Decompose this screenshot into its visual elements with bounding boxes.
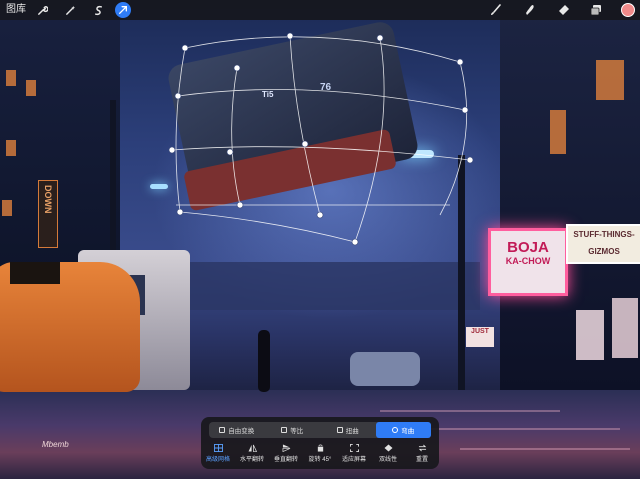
bilinear-icon xyxy=(384,444,392,452)
fit-screen-icon xyxy=(349,444,359,452)
rotate-45-button[interactable]: 旋转 45° xyxy=(304,444,336,468)
distort-icon xyxy=(336,427,343,433)
gallery-button[interactable]: 图库 xyxy=(6,3,26,17)
rotate-icon xyxy=(317,444,323,452)
flip-horizontal-icon xyxy=(248,444,257,452)
warp-handle[interactable] xyxy=(286,32,294,40)
warp-icon xyxy=(392,427,399,433)
warp-handle[interactable] xyxy=(233,64,241,72)
warp-grid-line xyxy=(231,67,241,206)
magic-wand-icon[interactable] xyxy=(62,2,78,18)
layers-icon[interactable] xyxy=(588,2,604,18)
artwork-canvas[interactable]: 76 Ti5 BOJA KA-CHOW STUFF-THINGS-GIZMOS … xyxy=(0,0,640,479)
selection-s-icon[interactable] xyxy=(90,2,106,18)
top-toolbar: 图库 xyxy=(0,0,640,20)
transform-mode-selector: 自由变换 等比 扭曲 弯曲 xyxy=(209,422,431,438)
warp-grid-line xyxy=(354,37,385,243)
warp-grid-line xyxy=(171,146,471,161)
fit-screen-button[interactable]: 适应屏幕 xyxy=(338,444,370,468)
advanced-mesh-button[interactable]: 高级网格 xyxy=(202,444,234,468)
warp-mesh-overlay[interactable] xyxy=(0,0,640,479)
warp-handle[interactable] xyxy=(376,34,384,42)
warp-handle[interactable] xyxy=(316,211,324,219)
warp-grid-line xyxy=(184,36,461,63)
action-label: 垂直翻转 xyxy=(273,457,298,463)
warp-grid-line xyxy=(175,47,186,213)
transform-actions: 高级网格 水平翻转 垂直翻转 旋转 45° 适应屏幕 双线性 重置 xyxy=(201,444,439,468)
warp-handle[interactable] xyxy=(351,238,359,246)
warp-handle[interactable] xyxy=(174,92,182,100)
warp-grid-line xyxy=(177,89,466,111)
mode-label: 自由变换 xyxy=(228,428,255,435)
mode-label: 扭曲 xyxy=(345,428,359,435)
warp-handle[interactable] xyxy=(301,140,309,148)
brush-icon[interactable] xyxy=(488,2,504,18)
flip-vertical-icon xyxy=(282,444,290,452)
warp-handle[interactable] xyxy=(176,208,184,216)
mode-label: 弯曲 xyxy=(401,428,415,435)
color-swatch[interactable] xyxy=(621,3,635,17)
warp-handle[interactable] xyxy=(456,58,464,66)
warp-grid-line xyxy=(439,61,468,216)
mode-label: 等比 xyxy=(290,428,304,435)
action-label: 双线性 xyxy=(378,457,397,463)
action-label: 适应屏幕 xyxy=(341,457,366,463)
smudge-icon[interactable] xyxy=(522,2,538,18)
warp-grid-line xyxy=(179,211,356,243)
flip-vertical-button[interactable]: 垂直翻转 xyxy=(270,444,302,468)
action-label: 重置 xyxy=(415,457,428,463)
uniform-icon xyxy=(281,427,288,433)
action-label: 高级网格 xyxy=(205,457,230,463)
mode-warp[interactable]: 弯曲 xyxy=(375,422,431,438)
reset-button[interactable]: 重置 xyxy=(406,444,438,468)
action-label: 旋转 45° xyxy=(308,457,332,463)
warp-handle[interactable] xyxy=(466,156,474,164)
warp-grid-line xyxy=(289,35,321,216)
warp-handle[interactable] xyxy=(168,146,176,154)
bilinear-button[interactable]: 双线性 xyxy=(372,444,404,468)
mode-uniform[interactable]: 等比 xyxy=(265,422,321,438)
wrench-icon[interactable] xyxy=(34,2,50,18)
action-label: 水平翻转 xyxy=(239,457,264,463)
mode-free-transform[interactable]: 自由变换 xyxy=(209,422,265,438)
transform-panel: 自由变换 等比 扭曲 弯曲 高级网格 水平翻转 垂直翻转 旋转 45° 适应屏幕… xyxy=(201,417,439,469)
eraser-icon[interactable] xyxy=(556,2,572,18)
warp-handle[interactable] xyxy=(461,106,469,114)
warp-handle[interactable] xyxy=(226,148,234,156)
mode-distort[interactable]: 扭曲 xyxy=(320,422,376,438)
reset-icon xyxy=(418,444,426,452)
warp-handle[interactable] xyxy=(181,44,189,52)
free-transform-icon xyxy=(219,427,226,433)
flip-horizontal-button[interactable]: 水平翻转 xyxy=(236,444,268,468)
transform-arrow-icon[interactable] xyxy=(115,2,131,18)
warp-handle[interactable] xyxy=(236,201,244,209)
advanced-mesh-icon xyxy=(213,444,223,452)
